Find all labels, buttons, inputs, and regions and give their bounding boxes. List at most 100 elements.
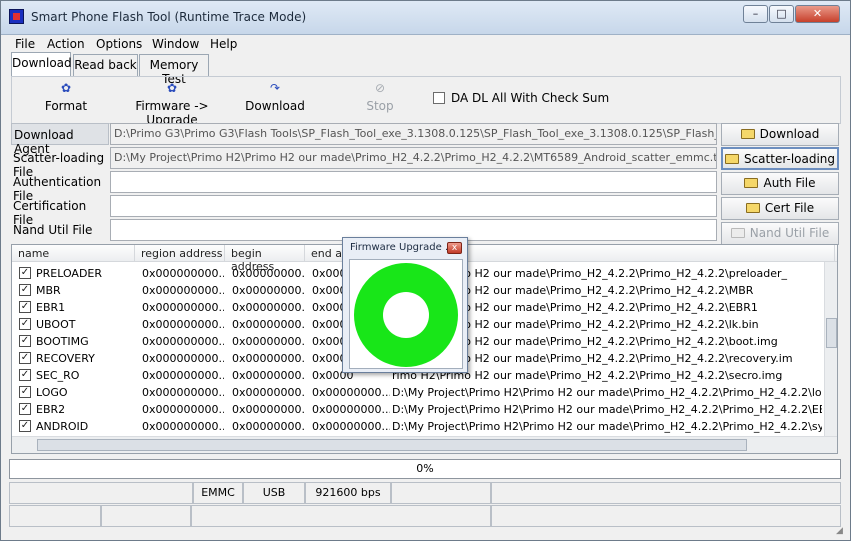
cell-name: EBR1	[36, 301, 66, 314]
tab-download[interactable]: Download	[11, 52, 72, 76]
progress-ring-icon	[354, 263, 458, 367]
cell-region: 0x000000000...	[142, 386, 224, 399]
column-name[interactable]: name	[12, 245, 135, 262]
cell-name: EBR2	[36, 403, 66, 416]
menu-bar: File Action Options Window Help	[7, 35, 845, 53]
menu-file[interactable]: File	[15, 37, 35, 51]
cell-end: 0x00000000...	[312, 420, 390, 433]
folder-icon	[745, 203, 760, 213]
row-checkbox[interactable]: ✓	[19, 420, 31, 432]
column-region-address[interactable]: region address	[135, 245, 225, 262]
cert-file-button[interactable]: Cert File	[721, 197, 839, 220]
download-agent-button[interactable]: Download Agent	[721, 123, 839, 162]
cell-name: ANDROID	[36, 420, 89, 433]
auth-file-button[interactable]: Auth File	[721, 172, 839, 195]
cell-path: D:\My Project\Primo H2\Primo H2 our made…	[392, 386, 822, 399]
horizontal-scroll-thumb[interactable]	[37, 439, 747, 451]
status-baud: 921600 bps	[305, 482, 391, 504]
row-checkbox[interactable]: ✓	[19, 403, 31, 415]
menu-action[interactable]: Action	[47, 37, 85, 51]
auth-field[interactable]	[110, 171, 717, 193]
row-checkbox[interactable]: ✓	[19, 284, 31, 296]
table-row[interactable]: ✓ EBR2 0x000000000... 0x00000000... 0x000000…	[12, 401, 825, 418]
table-row[interactable]: ✓ ANDROID 0x000000000... 0x00000000... 0x000…	[12, 418, 825, 435]
cell-region: 0x000000000...	[142, 267, 224, 280]
status-blank-left	[9, 482, 193, 504]
ring-hole	[383, 292, 429, 338]
status-storage: EMMC	[193, 482, 243, 504]
cell-region: 0x000000000...	[142, 335, 224, 348]
row-checkbox[interactable]: ✓	[19, 267, 31, 279]
cert-field[interactable]	[110, 195, 717, 217]
row-checkbox[interactable]: ✓	[19, 301, 31, 313]
horizontal-scrollbar[interactable]	[12, 436, 837, 453]
row-checkbox[interactable]: ✓	[19, 369, 31, 381]
app-icon	[9, 9, 24, 24]
cell-begin: 0x00000000...	[232, 301, 305, 314]
cell-begin: 0x00000000...	[232, 386, 305, 399]
stop-button[interactable]: ⊘ Stop	[360, 81, 400, 113]
nand-label: Nand Util File	[13, 223, 93, 237]
stop-label: Stop	[366, 99, 394, 113]
resize-grip[interactable]: ◢	[836, 526, 848, 538]
status-blank-4	[101, 505, 191, 527]
cell-begin: 0x00000000...	[232, 403, 305, 416]
status-blank-3	[9, 505, 101, 527]
column-begin-address[interactable]: begin address	[225, 245, 305, 273]
cell-name: SEC_RO	[36, 369, 80, 382]
scatter-label: Scatter-loading File	[13, 151, 105, 179]
folder-icon	[740, 129, 755, 139]
download-agent-label: Download Agent	[11, 123, 109, 156]
nand-util-button-label: Nand Util File	[749, 226, 830, 240]
download-button[interactable]: ↷ Download	[244, 81, 306, 113]
window-title: Smart Phone Flash Tool (Runtime Trace Mo…	[31, 10, 307, 24]
dialog-close-button[interactable]: x	[447, 242, 462, 254]
table-row[interactable]: ✓ LOGO 0x000000000... 0x00000000... 0x000000…	[12, 384, 825, 401]
cell-region: 0x000000000...	[142, 420, 224, 433]
progress-bar: 0%	[9, 459, 841, 479]
cell-path: D:\My Project\Primo H2\Primo H2 our made…	[392, 403, 822, 416]
dialog-title: Firmware Upgrade ...	[350, 242, 455, 253]
tab-memory-test[interactable]: Memory Test	[139, 54, 209, 86]
maximize-button[interactable]: □	[769, 5, 794, 23]
vertical-scrollbar[interactable]	[824, 262, 837, 437]
vertical-scroll-thumb[interactable]	[826, 318, 837, 348]
status-blank-6	[491, 505, 841, 527]
scatter-field[interactable]: D:\My Project\Primo H2\Primo H2 our made…	[110, 147, 717, 169]
format-icon: ✿	[60, 81, 72, 95]
status-blank-5	[191, 505, 491, 527]
download-icon: ↷	[269, 81, 281, 95]
title-bar[interactable]: Smart Phone Flash Tool (Runtime Trace Mo…	[1, 1, 850, 35]
download-agent-field[interactable]: D:\Primo G3\Primo G3\Flash Tools\SP_Flas…	[110, 123, 717, 145]
cell-name: PRELOADER	[36, 267, 103, 280]
row-checkbox[interactable]: ✓	[19, 318, 31, 330]
cell-region: 0x000000000...	[142, 284, 224, 297]
menu-options[interactable]: Options	[96, 37, 142, 51]
firmware-upgrade-button[interactable]: ✿ Firmware -> Upgrade	[116, 81, 228, 127]
cell-begin: 0x00000000...	[232, 335, 305, 348]
cell-begin: 0x00000000...	[232, 369, 305, 382]
menu-help[interactable]: Help	[210, 37, 237, 51]
checksum-checkbox[interactable]	[433, 92, 445, 104]
cell-name: UBOOT	[36, 318, 76, 331]
tab-read-back[interactable]: Read back	[73, 54, 138, 76]
close-button[interactable]: ✕	[795, 5, 840, 23]
progress-text: 0%	[416, 462, 434, 475]
menu-window[interactable]: Window	[152, 37, 199, 51]
nand-util-button[interactable]: Nand Util File	[721, 222, 839, 245]
minimize-button[interactable]: –	[743, 5, 768, 23]
cert-file-button-label: Cert File	[764, 201, 815, 215]
row-checkbox[interactable]: ✓	[19, 335, 31, 347]
cell-name: BOOTIMG	[36, 335, 89, 348]
format-button[interactable]: ✿ Format	[40, 81, 92, 113]
scatter-loading-button-label: Scatter-loading	[743, 152, 836, 166]
auth-file-button-label: Auth File	[763, 176, 816, 190]
status-port: USB	[243, 482, 305, 504]
cell-name: RECOVERY	[36, 352, 95, 365]
status-blank-2	[491, 482, 841, 504]
scatter-loading-button[interactable]: Scatter-loading	[721, 147, 839, 170]
row-checkbox[interactable]: ✓	[19, 352, 31, 364]
cell-path: D:\My Project\Primo H2\Primo H2 our made…	[392, 420, 822, 433]
checksum-option[interactable]: DA DL All With Check Sum	[433, 91, 609, 105]
row-checkbox[interactable]: ✓	[19, 386, 31, 398]
